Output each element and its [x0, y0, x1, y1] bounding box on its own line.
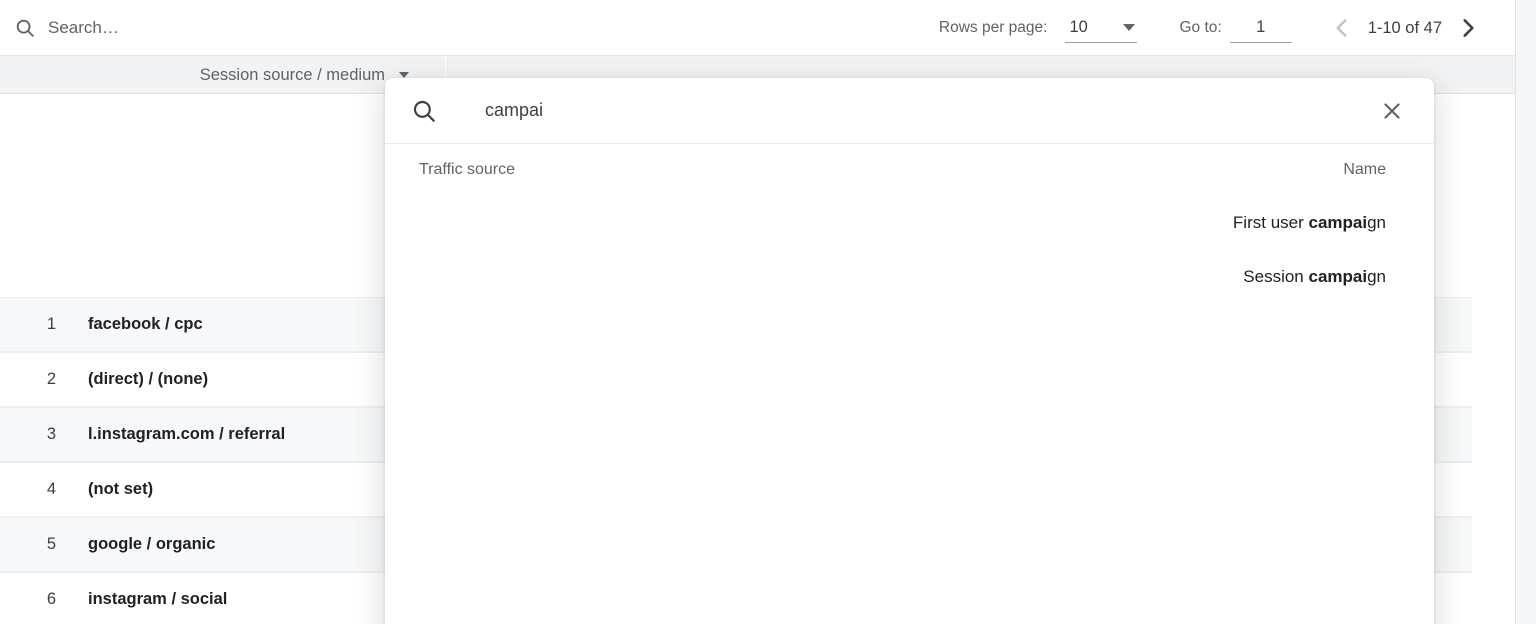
dimension-result-label: First user campaign: [1233, 213, 1386, 233]
result-match: campai: [1308, 267, 1368, 286]
go-to-page-input[interactable]: [1229, 13, 1292, 43]
row-dimension: l.instagram.com / referral: [88, 425, 286, 443]
column-header-traffic-source: Traffic source: [419, 161, 516, 178]
row-dimension: facebook / cpc: [88, 315, 203, 333]
search-icon: [411, 98, 437, 124]
search-icon: [14, 17, 36, 39]
page-nav-group: 1-10 of 47: [1322, 8, 1488, 48]
go-to-label: Go to:: [1179, 19, 1222, 36]
result-match: campai: [1308, 213, 1368, 232]
result-prefix: Session: [1243, 267, 1309, 286]
pagination-controls: Rows per page: 10 Go to: 1 1-10 of 47: [939, 0, 1488, 56]
row-rank: 4: [46, 480, 56, 498]
rows-per-page-value: 10: [1069, 18, 1088, 36]
column-header-name: Name: [1343, 161, 1386, 178]
report-surface: Rows per page: 10 Go to:: [0, 0, 1516, 624]
rows-per-page-select[interactable]: 10: [1065, 13, 1138, 43]
table-search-container: [8, 0, 348, 56]
result-suffix: gn: [1367, 213, 1386, 232]
go-to-page-group: Go to:: [1179, 13, 1292, 43]
dimension-picker-results: First user campaign Session campaign: [385, 196, 1434, 304]
table-toolbar: Rows per page: 10 Go to:: [0, 0, 1515, 56]
dimension-search-bar: [385, 78, 1434, 144]
row-rank: 5: [46, 535, 56, 553]
dimension-result-session-campaign[interactable]: Session campaign: [419, 250, 1386, 304]
result-suffix: gn: [1367, 267, 1386, 286]
close-icon[interactable]: [1372, 91, 1412, 131]
dimension-picker-dialog: Traffic source Name First user campaign …: [385, 78, 1434, 624]
row-dimension: instagram / social: [88, 590, 228, 608]
row-dimension: (direct) / (none): [88, 370, 209, 388]
previous-page-button[interactable]: [1322, 8, 1362, 48]
column-header-label: Session source / medium: [199, 65, 385, 84]
dimension-search-input[interactable]: [485, 100, 1372, 121]
page-gutter: [1516, 0, 1536, 624]
row-dimension: google / organic: [88, 535, 216, 553]
dimension-result-first-user-campaign[interactable]: First user campaign: [419, 196, 1386, 250]
page-range-label: 1-10 of 47: [1367, 18, 1442, 37]
rows-per-page-group: Rows per page: 10: [939, 13, 1138, 43]
next-page-button[interactable]: [1448, 8, 1488, 48]
dimension-result-label: Session campaign: [1243, 267, 1386, 287]
app-root: Rows per page: 10 Go to:: [0, 0, 1536, 624]
row-rank: 3: [46, 425, 56, 443]
rows-per-page-label: Rows per page:: [938, 19, 1048, 36]
result-prefix: First user: [1232, 213, 1309, 232]
row-rank: 6: [46, 590, 56, 608]
row-rank: 1: [46, 315, 56, 333]
row-rank: 2: [46, 370, 56, 388]
row-dimension: (not set): [88, 480, 154, 498]
column-header-session-source-medium[interactable]: Session source / medium: [0, 56, 446, 94]
search-input[interactable]: [48, 17, 348, 39]
dimension-picker-column-headers: Traffic source Name: [385, 144, 1434, 196]
chevron-down-icon: [1123, 24, 1136, 31]
